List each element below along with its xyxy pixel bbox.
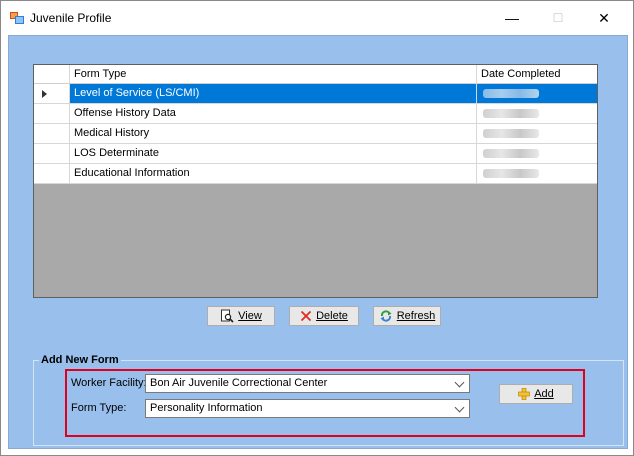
- form-type-value: Personality Information: [150, 402, 263, 414]
- redacted-date: [483, 149, 539, 158]
- add-label: Add: [534, 388, 554, 400]
- document-view-icon: [221, 309, 234, 323]
- maximize-button: ☐: [552, 11, 564, 25]
- add-button[interactable]: Add: [499, 384, 573, 404]
- table-row[interactable]: Offense History Data: [34, 104, 597, 124]
- forms-grid[interactable]: Form Type Date Completed Level of Servic…: [33, 64, 598, 298]
- close-button[interactable]: ✕: [581, 1, 627, 35]
- redacted-date: [483, 89, 539, 98]
- form-type-cell[interactable]: LOS Determinate: [70, 144, 477, 163]
- row-selector[interactable]: [34, 164, 70, 183]
- grid-header: Form Type Date Completed: [34, 65, 597, 84]
- form-type-cell[interactable]: Educational Information: [70, 164, 477, 183]
- refresh-label: Refresh: [396, 310, 436, 322]
- form-client-area: Form Type Date Completed Level of Servic…: [8, 35, 628, 449]
- table-row[interactable]: Educational Information: [34, 164, 597, 184]
- column-header-date-completed[interactable]: Date Completed: [477, 65, 597, 83]
- delete-x-icon: [300, 310, 312, 322]
- current-row-arrow-icon: [42, 90, 47, 98]
- minimize-button[interactable]: —: [489, 1, 535, 35]
- redacted-date: [483, 109, 539, 118]
- delete-label: Delete: [316, 310, 348, 322]
- add-new-form-title: Add New Form: [39, 354, 121, 366]
- row-header-corner: [34, 65, 70, 83]
- date-completed-cell[interactable]: [477, 84, 597, 103]
- redacted-date: [483, 169, 539, 178]
- table-row[interactable]: Medical History: [34, 124, 597, 144]
- column-header-form-type[interactable]: Form Type: [70, 65, 477, 83]
- form-type-label: Form Type:: [71, 402, 127, 414]
- title-bar: Juvenile Profile — ☐ ✕: [1, 1, 633, 35]
- worker-facility-label: Worker Facility:: [71, 377, 147, 389]
- row-selector[interactable]: [34, 144, 70, 163]
- form-type-select[interactable]: Personality Information: [145, 399, 470, 418]
- worker-facility-select[interactable]: Bon Air Juvenile Correctional Center: [145, 374, 470, 393]
- date-completed-cell[interactable]: [477, 164, 597, 183]
- view-label: View: [238, 310, 262, 322]
- refresh-button[interactable]: Refresh: [373, 306, 441, 326]
- form-type-cell[interactable]: Medical History: [70, 124, 477, 143]
- form-type-cell[interactable]: Offense History Data: [70, 104, 477, 123]
- view-button[interactable]: View: [207, 306, 275, 326]
- window-title: Juvenile Profile: [30, 11, 112, 25]
- row-selector[interactable]: [34, 104, 70, 123]
- form-type-cell[interactable]: Level of Service (LS/CMI): [70, 84, 477, 103]
- date-completed-cell[interactable]: [477, 144, 597, 163]
- delete-button[interactable]: Delete: [289, 306, 359, 326]
- redacted-date: [483, 129, 539, 138]
- table-row[interactable]: Level of Service (LS/CMI): [34, 84, 597, 104]
- worker-facility-value: Bon Air Juvenile Correctional Center: [150, 377, 328, 389]
- chevron-down-icon[interactable]: [454, 402, 465, 413]
- juvenile-profile-window: Juvenile Profile — ☐ ✕ Form Type Date Co…: [0, 0, 634, 456]
- app-form-icon: [10, 12, 24, 24]
- date-completed-cell[interactable]: [477, 124, 597, 143]
- refresh-icon: [380, 310, 392, 322]
- row-selector[interactable]: [34, 124, 70, 143]
- date-completed-cell[interactable]: [477, 104, 597, 123]
- row-selector[interactable]: [34, 84, 70, 103]
- table-row[interactable]: LOS Determinate: [34, 144, 597, 164]
- chevron-down-icon[interactable]: [454, 377, 465, 388]
- plus-icon: [518, 388, 531, 400]
